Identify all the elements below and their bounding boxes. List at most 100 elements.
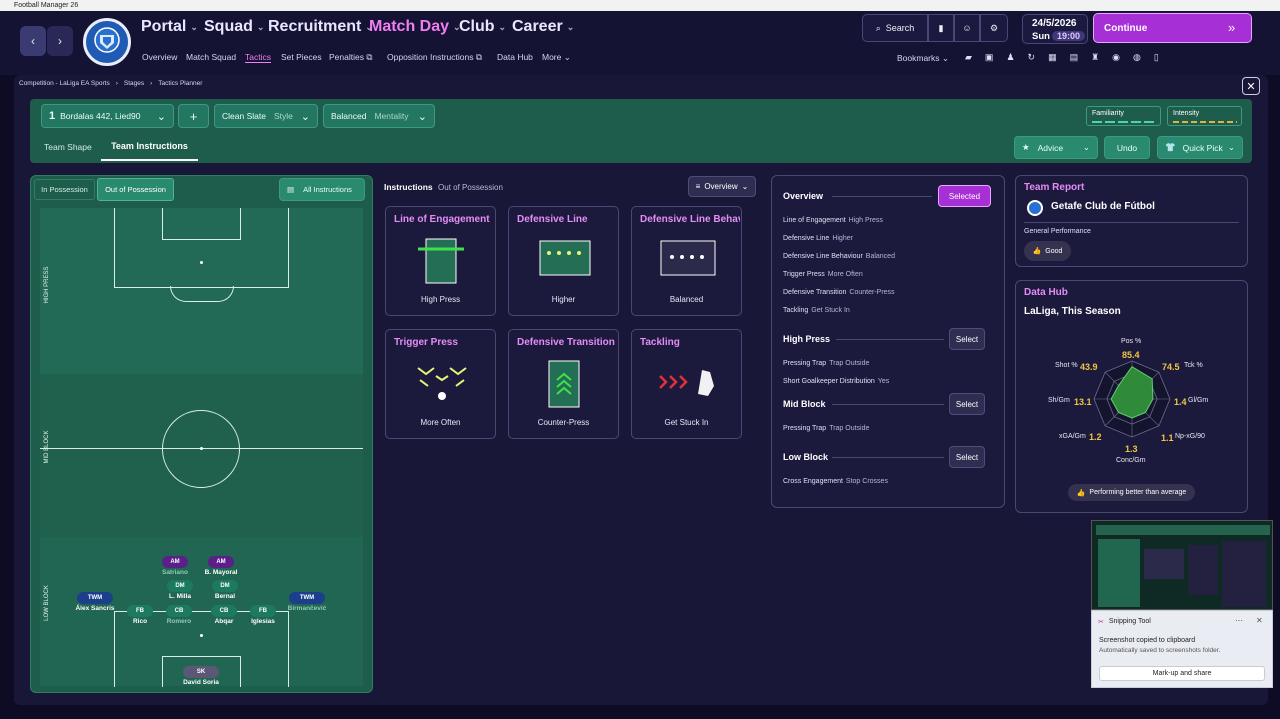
- instruction-card-line-of-engagement[interactable]: Line of Engagement High Press: [385, 206, 496, 316]
- instruction-card-defensive-transition[interactable]: Defensive Transition Counter-Press: [508, 329, 619, 439]
- subnav-set-pieces[interactable]: Set Pieces: [281, 52, 322, 62]
- nav-career[interactable]: Career ⌄: [512, 18, 574, 36]
- all-instructions-button[interactable]: ▤ All Instructions: [279, 178, 365, 201]
- out-of-possession-toggle[interactable]: Out of Possession: [97, 178, 174, 201]
- undo-button[interactable]: Undo: [1104, 136, 1150, 159]
- intensity-meter[interactable]: Intensity: [1167, 106, 1242, 126]
- player-position-chip[interactable]: TWM: [289, 592, 325, 604]
- scissors-icon: ✂: [1098, 619, 1104, 626]
- overview-item-label: Defensive Line: [783, 235, 830, 242]
- player-position-chip[interactable]: CB: [166, 605, 192, 617]
- club-badge-icon: [1027, 200, 1043, 216]
- player-position-chip[interactable]: SK: [183, 666, 219, 678]
- player-position-chip[interactable]: DM: [167, 580, 193, 592]
- player-name[interactable]: Álex Sancris: [65, 605, 125, 612]
- close-button[interactable]: ✕: [1242, 77, 1260, 95]
- player-position-chip[interactable]: CB: [211, 605, 237, 617]
- style-selector[interactable]: Clean Slate Style ⌄: [214, 104, 318, 128]
- overview-item-label: Pressing Trap: [783, 360, 827, 367]
- back-button[interactable]: ‹: [20, 26, 46, 56]
- low-block-select-button[interactable]: Select: [949, 446, 985, 468]
- tab-team-shape[interactable]: Team Shape: [44, 142, 92, 152]
- player-position-chip[interactable]: DM: [212, 580, 238, 592]
- snip-submessage: Automatically saved to screenshots folde…: [1099, 647, 1221, 654]
- player-position-chip[interactable]: TWM: [77, 592, 113, 604]
- continue-button[interactable]: Continue »: [1093, 13, 1252, 43]
- team-icon[interactable]: ◉: [1112, 52, 1120, 63]
- document-icon[interactable]: ▯: [1154, 52, 1159, 63]
- mid-block-title: Mid Block: [783, 399, 826, 409]
- snip-thumbnail[interactable]: [1091, 520, 1273, 610]
- more-options-icon[interactable]: ⋯: [1235, 616, 1243, 625]
- snipping-tool-notification[interactable]: ✂ Snipping Tool ⋯ ✕ Screenshot copied to …: [1091, 610, 1273, 688]
- chat-icon[interactable]: ▰: [965, 52, 972, 63]
- nav-club[interactable]: Club ⌄: [459, 18, 506, 36]
- search-button[interactable]: ⌕ Search: [862, 14, 928, 42]
- tab-team-instructions[interactable]: Team Instructions: [101, 137, 198, 161]
- mid-block-select-button[interactable]: Select: [949, 393, 985, 415]
- subnav-penalties[interactable]: Penalties ⧉: [329, 52, 372, 63]
- trophy-icon[interactable]: ♜: [1091, 52, 1099, 63]
- tactic-selector[interactable]: 1 Bordalas 442, Lied90 ⌄: [41, 104, 174, 128]
- player-name[interactable]: Bernal: [195, 593, 255, 600]
- breadcrumb-stages[interactable]: Stages: [124, 80, 144, 87]
- bookmark-button[interactable]: ▮: [928, 14, 954, 42]
- instruction-card-trigger-press[interactable]: Trigger Press More Often: [385, 329, 496, 439]
- calendar-icon[interactable]: ▦: [1048, 52, 1057, 63]
- club-name[interactable]: Getafe Club de Fútbol: [1051, 201, 1155, 212]
- chevron-down-icon: ⌄: [741, 182, 749, 191]
- breadcrumb-tactics-planner[interactable]: Tactics Planner: [158, 80, 202, 87]
- selected-button[interactable]: Selected: [938, 185, 991, 207]
- player-name[interactable]: David Soria: [171, 679, 231, 686]
- style-value: Clean Slate: [222, 111, 266, 121]
- nav-squad[interactable]: Squad ⌄: [204, 18, 264, 36]
- player-position-chip[interactable]: AM: [162, 556, 188, 568]
- close-icon[interactable]: ✕: [1256, 616, 1263, 625]
- manager-button[interactable]: ☺: [954, 14, 980, 42]
- group-icon[interactable]: ◍: [1133, 52, 1141, 63]
- bookmarks-menu[interactable]: Bookmarks ⌄: [897, 53, 949, 64]
- instruction-card-defensive-line-behaviour[interactable]: Defensive Line Behaviour Balanced: [631, 206, 742, 316]
- settings-button[interactable]: ⚙: [980, 14, 1008, 42]
- refresh-icon[interactable]: ↻: [1028, 52, 1036, 63]
- staff-icon[interactable]: ♟: [1006, 52, 1014, 63]
- player-position-chip[interactable]: FB: [250, 605, 276, 617]
- schedule-icon[interactable]: ▤: [1070, 52, 1079, 63]
- high-press-select-button[interactable]: Select: [949, 328, 985, 350]
- instructions-title: Instructions: [384, 182, 433, 192]
- subnav-more[interactable]: More ⌄: [542, 52, 571, 63]
- instruction-card-defensive-line[interactable]: Defensive Line Higher: [508, 206, 619, 316]
- subnav-data-hub[interactable]: Data Hub: [497, 52, 533, 62]
- familiarity-label: Familiarity: [1092, 110, 1124, 117]
- subnav-match-squad[interactable]: Match Squad: [186, 52, 236, 62]
- player-name[interactable]: Iglesias: [233, 618, 293, 625]
- view-selector[interactable]: ≡ Overview ⌄: [688, 176, 756, 197]
- thumbs-up-icon: 👍: [1076, 489, 1086, 497]
- markup-share-button[interactable]: Mark-up and share: [1099, 666, 1265, 681]
- in-possession-toggle[interactable]: In Possession: [34, 179, 95, 200]
- nav-match-day[interactable]: Match Day ⌄: [369, 18, 461, 36]
- subnav-overview[interactable]: Overview: [142, 52, 177, 62]
- add-tactic-button[interactable]: +: [178, 104, 209, 128]
- club-crest-icon[interactable]: [83, 18, 131, 66]
- day-text: Sun: [1032, 31, 1050, 42]
- notification-icon[interactable]: ▣: [985, 52, 994, 63]
- player-position-chip[interactable]: FB: [127, 605, 153, 617]
- forward-button[interactable]: ›: [47, 26, 73, 56]
- subnav-tactics[interactable]: Tactics: [245, 52, 271, 63]
- familiarity-meter[interactable]: Familiarity: [1086, 106, 1161, 126]
- mentality-selector[interactable]: Balanced Mentality ⌄: [323, 104, 435, 128]
- advice-button[interactable]: ★ Advice ⌄: [1014, 136, 1098, 159]
- breadcrumb-competition[interactable]: Competition - LaLiga EA Sports: [19, 80, 110, 87]
- nav-recruitment[interactable]: Recruitment ⌄: [268, 18, 373, 36]
- quick-pick-button[interactable]: 👕 Quick Pick ⌄: [1157, 136, 1243, 159]
- advice-label: Advice: [1037, 142, 1064, 153]
- nav-portal[interactable]: Portal ⌄: [141, 18, 198, 36]
- player-name[interactable]: B. Mayoral: [191, 569, 251, 576]
- player-position-chip[interactable]: AM: [208, 556, 234, 568]
- overview-item: Defensive Line Behaviour Balanced: [783, 253, 895, 260]
- instruction-card-tackling[interactable]: Tackling Get Stuck In: [631, 329, 742, 439]
- date-display[interactable]: 24/5/2026 Sun 19:00: [1022, 14, 1088, 44]
- subnav-opposition-instructions[interactable]: Opposition Instructions ⧉: [387, 52, 482, 63]
- player-name[interactable]: Birmančević: [277, 605, 337, 612]
